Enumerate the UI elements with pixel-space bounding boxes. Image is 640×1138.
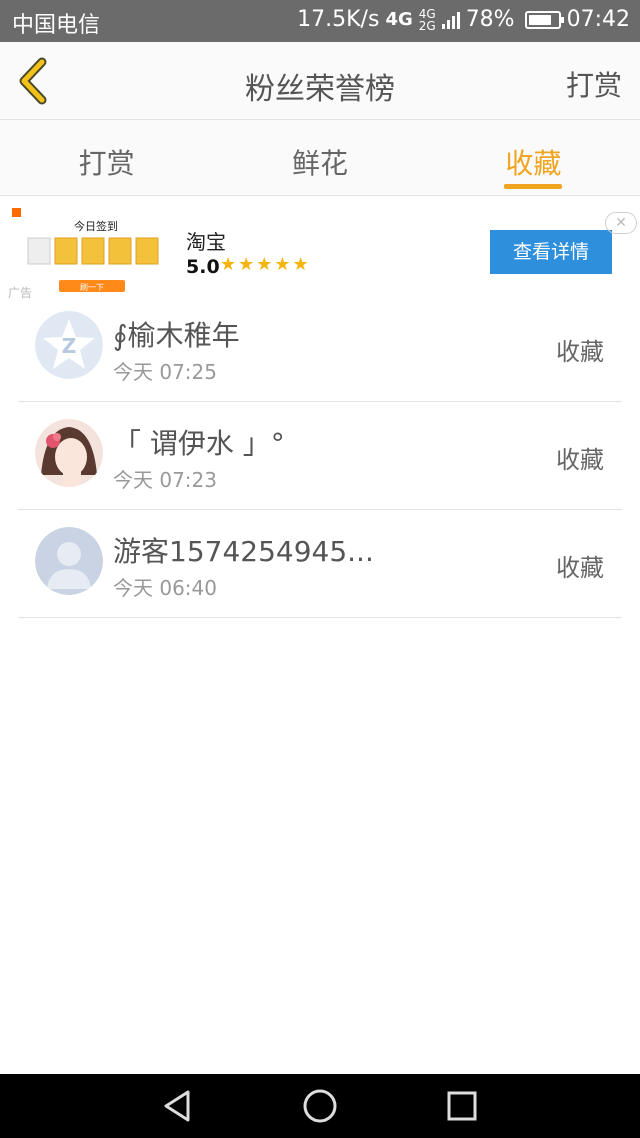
ad-banner[interactable]: 今日签到 刷一下 广告 淘宝 5.0 ★★★★★ 查看详情 ✕ [0, 198, 640, 302]
system-nav-bar [0, 1074, 640, 1138]
tab-flowers[interactable]: 鲜花 [213, 120, 426, 195]
list-item[interactable]: Z ∮榆木稚年 今天 07:25 收藏 [18, 294, 622, 402]
dual-network-icon: 4G 2G [419, 8, 436, 32]
square-recents-icon[interactable] [442, 1088, 482, 1124]
network-small-bottom: 2G [418, 18, 436, 33]
tab-reward[interactable]: 打赏 [0, 120, 213, 195]
tab-favorites[interactable]: 收藏 [427, 120, 640, 195]
ad-thumbnail: 今日签到 刷一下 [8, 204, 178, 296]
qq-default-avatar: Z [35, 311, 103, 379]
battery-percent: 78% [465, 7, 515, 32]
network-small-top: 4G [418, 6, 436, 21]
clock: 07:42 [566, 7, 630, 32]
app-header: 粉丝荣誉榜 打赏 [0, 42, 640, 120]
ad-rating: 5.0 [186, 256, 220, 278]
star-rating-icon: ★★★★★ [220, 254, 311, 275]
svg-text:Z: Z [62, 334, 77, 358]
network-speed: 17.5K/s [297, 7, 380, 32]
circle-home-icon[interactable] [300, 1088, 340, 1124]
reward-button[interactable]: 打赏 [566, 64, 622, 104]
list-item[interactable]: 游客1574254945... 今天 06:40 收藏 [18, 510, 622, 618]
triangle-back-icon[interactable] [158, 1088, 198, 1124]
status-right: 17.5K/s 4G 4G 2G 78% 07:42 [297, 7, 630, 32]
ad-details-button[interactable]: 查看详情 [490, 230, 612, 274]
close-icon[interactable]: ✕ [605, 212, 637, 234]
timestamp: 今天 06:40 [113, 576, 217, 600]
ad-thumb-button: 刷一下 [80, 283, 104, 292]
action-type: 收藏 [556, 338, 604, 366]
ad-thumb-title: 今日签到 [74, 219, 118, 233]
anime-girl-avatar [35, 419, 103, 487]
status-bar: 中国电信 17.5K/s 4G 4G 2G 78% 07:42 [0, 0, 640, 42]
tab-bar: 打赏 鲜花 收藏 [0, 120, 640, 196]
guest-default-avatar [35, 527, 103, 595]
user-name: ∮榆木稚年 [113, 319, 240, 352]
action-type: 收藏 [556, 554, 604, 582]
ad-app-name: 淘宝 [186, 230, 226, 254]
carrier-label: 中国电信 [12, 13, 101, 38]
battery-icon [524, 10, 564, 29]
user-name: 游客1574254945... [113, 535, 374, 568]
list-item[interactable]: 「 谓伊水 」° 今天 07:23 收藏 [18, 402, 622, 510]
user-name: 「 谓伊水 」° [113, 427, 285, 460]
network-4g-icon: 4G [385, 9, 413, 30]
page-title: 粉丝荣誉榜 [245, 72, 395, 107]
signal-icon [441, 11, 460, 29]
favorites-list: Z ∮榆木稚年 今天 07:25 收藏 「 谓伊水 」° 今天 07:23 收藏… [18, 294, 622, 618]
screen: 中国电信 17.5K/s 4G 4G 2G 78% 07:42 粉丝荣誉榜 打赏 [0, 0, 640, 1138]
timestamp: 今天 07:25 [113, 360, 217, 384]
action-type: 收藏 [556, 446, 604, 474]
timestamp: 今天 07:23 [113, 468, 217, 492]
